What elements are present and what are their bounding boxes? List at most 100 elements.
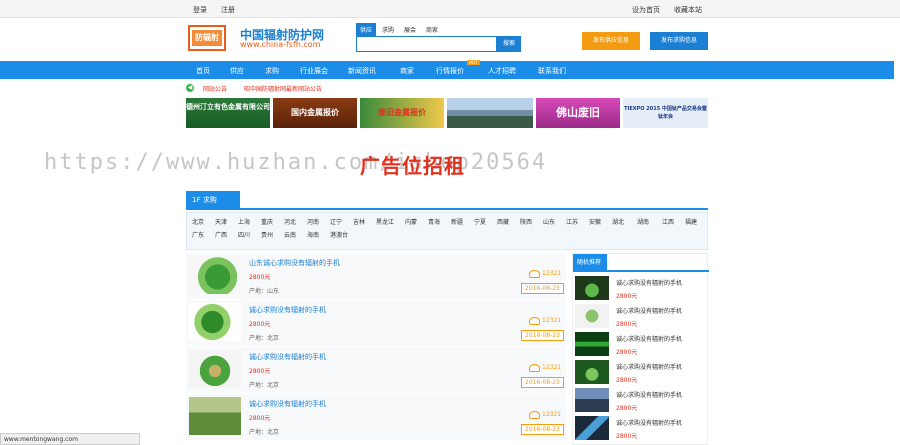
side-item[interactable]: 诚心求购没有辐射的手机 2800元	[575, 360, 707, 386]
region-link[interactable]: 河南	[307, 217, 319, 226]
region-link[interactable]: 黑龙江	[376, 217, 394, 226]
search-tab-buy[interactable]: 求购	[382, 25, 394, 34]
side-image[interactable]	[575, 360, 609, 384]
side-item[interactable]: 诚心求购没有辐射的手机 2800元	[575, 416, 707, 442]
listing-date: 2016-08-23	[521, 377, 564, 388]
listing-title[interactable]: 诚心求购没有辐射的手机	[249, 399, 326, 409]
search-tab-merchant[interactable]: 商家	[426, 25, 438, 34]
region-link[interactable]: 陕西	[520, 217, 532, 226]
side-item[interactable]: 诚心求购没有辐射的手机 2800元	[575, 276, 707, 302]
region-link[interactable]: 新疆	[451, 217, 463, 226]
banner-5[interactable]: 佛山废旧	[536, 98, 620, 128]
status-url: www.mentongwang.com	[0, 433, 140, 445]
listing-phone: 12321	[542, 411, 562, 418]
side-item[interactable]: 诚心求购没有辐射的手机 2800元	[575, 304, 707, 330]
nav-buy[interactable]: 求购	[265, 66, 279, 76]
region-link[interactable]: 北京	[192, 217, 204, 226]
search-button[interactable]: 搜索	[497, 36, 521, 52]
side-item-title[interactable]: 诚心求购没有辐射的手机	[616, 278, 682, 287]
side-item[interactable]: 诚心求购没有辐射的手机 2800元	[575, 388, 707, 414]
region-link[interactable]: 青海	[428, 217, 440, 226]
notice-text[interactable]: 昭中国防辐射网最新网站公告	[244, 84, 322, 93]
list-item[interactable]: 诚心求购没有辐射的手机 2800元 产地：北京 12321 2016-08-23	[186, 300, 566, 346]
region-link[interactable]: 江西	[662, 217, 674, 226]
region-link[interactable]: 内蒙	[405, 217, 417, 226]
region-link[interactable]: 湖南	[637, 217, 649, 226]
search-input[interactable]	[356, 36, 497, 52]
region-link[interactable]: 河北	[284, 217, 296, 226]
region-link[interactable]: 重庆	[261, 217, 273, 226]
product-image[interactable]	[189, 350, 241, 388]
list-item[interactable]: 诚心求购没有辐射的手机 2800元 产地：北京 12321 2016-08-23	[186, 394, 566, 440]
notice-label[interactable]: 网站公告	[203, 84, 227, 93]
register-link[interactable]: 注册	[221, 5, 235, 15]
nav-contact[interactable]: 联系我们	[538, 66, 566, 76]
site-logo[interactable]: 防辐射	[188, 25, 226, 51]
side-item-price: 2800元	[616, 349, 638, 356]
banner-3[interactable]: 废旧金属报价	[360, 98, 444, 128]
region-link[interactable]: 江苏	[566, 217, 578, 226]
nav-supply[interactable]: 供应	[230, 66, 244, 76]
banner-4[interactable]	[447, 98, 533, 128]
region-link[interactable]: 吉林	[353, 217, 365, 226]
listing-phone: 12321	[542, 364, 562, 371]
product-image[interactable]	[189, 256, 241, 294]
side-image[interactable]	[575, 416, 609, 440]
product-image[interactable]	[189, 397, 241, 435]
side-image[interactable]	[575, 332, 609, 356]
nav-merchant[interactable]: 商家	[400, 66, 414, 76]
list-item[interactable]: 诚心求购没有辐射的手机 2800元 产地：北京 12321 2016-08-23	[186, 347, 566, 393]
region-link[interactable]: 辽宁	[330, 217, 342, 226]
listing-title[interactable]: 诚心求购没有辐射的手机	[249, 305, 326, 315]
list-item[interactable]: 山东诚心求购没有辐射的手机 2800元 产地：山东 12321 2016-08-…	[186, 253, 566, 299]
nav-jobs[interactable]: 人才招聘	[488, 66, 516, 76]
banner-2[interactable]: 国内金属报价	[273, 98, 357, 128]
region-link[interactable]: 天津	[215, 217, 227, 226]
region-link[interactable]: 山东	[543, 217, 555, 226]
region-link[interactable]: 云南	[284, 230, 296, 239]
region-link[interactable]: 四川	[238, 230, 250, 239]
search-tab-expo[interactable]: 展会	[404, 25, 416, 34]
side-item-title[interactable]: 诚心求购没有辐射的手机	[616, 390, 682, 399]
nav-expo[interactable]: 行业展会	[300, 66, 328, 76]
side-image[interactable]	[575, 276, 609, 300]
region-link[interactable]: 港澳台	[330, 230, 348, 239]
side-image[interactable]	[575, 304, 609, 328]
region-link[interactable]: 西藏	[497, 217, 509, 226]
region-link[interactable]: 广东	[192, 230, 204, 239]
listing-origin: 产地：北京	[249, 382, 280, 389]
region-link[interactable]: 海南	[307, 230, 319, 239]
region-link[interactable]: 湖北	[612, 217, 624, 226]
nav-home[interactable]: 首页	[196, 66, 210, 76]
region-link[interactable]: 福建	[685, 217, 697, 226]
side-item-title[interactable]: 诚心求购没有辐射的手机	[616, 362, 682, 371]
nav-news[interactable]: 新闻资讯	[348, 66, 376, 76]
side-item[interactable]: 诚心求购没有辐射的手机 2800元	[575, 332, 707, 358]
region-link[interactable]: 安徽	[589, 217, 601, 226]
region-link[interactable]: 宁夏	[474, 217, 486, 226]
phone-icon	[529, 270, 540, 278]
banner-1[interactable]: 德州汀立有色金属有限公司	[186, 98, 270, 128]
search-tab-supply[interactable]: 供应	[356, 23, 377, 36]
banner-6[interactable]: TIEXPO 2015 中国钛产品交易会暨钛年会	[623, 98, 708, 128]
listing-price: 2800元	[249, 274, 271, 281]
ad-placeholder[interactable]: 广告位招租	[360, 150, 465, 179]
listing-title[interactable]: 诚心求购没有辐射的手机	[249, 352, 326, 362]
side-item-title[interactable]: 诚心求购没有辐射的手机	[616, 418, 682, 427]
side-item-title[interactable]: 诚心求购没有辐射的手机	[616, 306, 682, 315]
publish-buy-button[interactable]: 发布求购信息	[650, 32, 708, 50]
bookmark-link[interactable]: 收藏本站	[674, 5, 702, 15]
region-link[interactable]: 上海	[238, 217, 250, 226]
section-tab[interactable]: 1F 求购	[186, 191, 240, 210]
side-image[interactable]	[575, 388, 609, 412]
product-image[interactable]	[189, 303, 241, 341]
set-home-link[interactable]: 设为首页	[632, 5, 660, 15]
nav-quotes[interactable]: 行情报价	[436, 66, 464, 76]
side-item-title[interactable]: 诚心求购没有辐射的手机	[616, 334, 682, 343]
listing-title[interactable]: 山东诚心求购没有辐射的手机	[249, 258, 340, 268]
region-link[interactable]: 贵州	[261, 230, 273, 239]
region-link[interactable]: 广西	[215, 230, 227, 239]
publish-supply-button[interactable]: 发布供应信息	[582, 32, 640, 50]
listing-date: 2016-08-23	[521, 283, 564, 294]
login-link[interactable]: 登录	[193, 5, 207, 15]
